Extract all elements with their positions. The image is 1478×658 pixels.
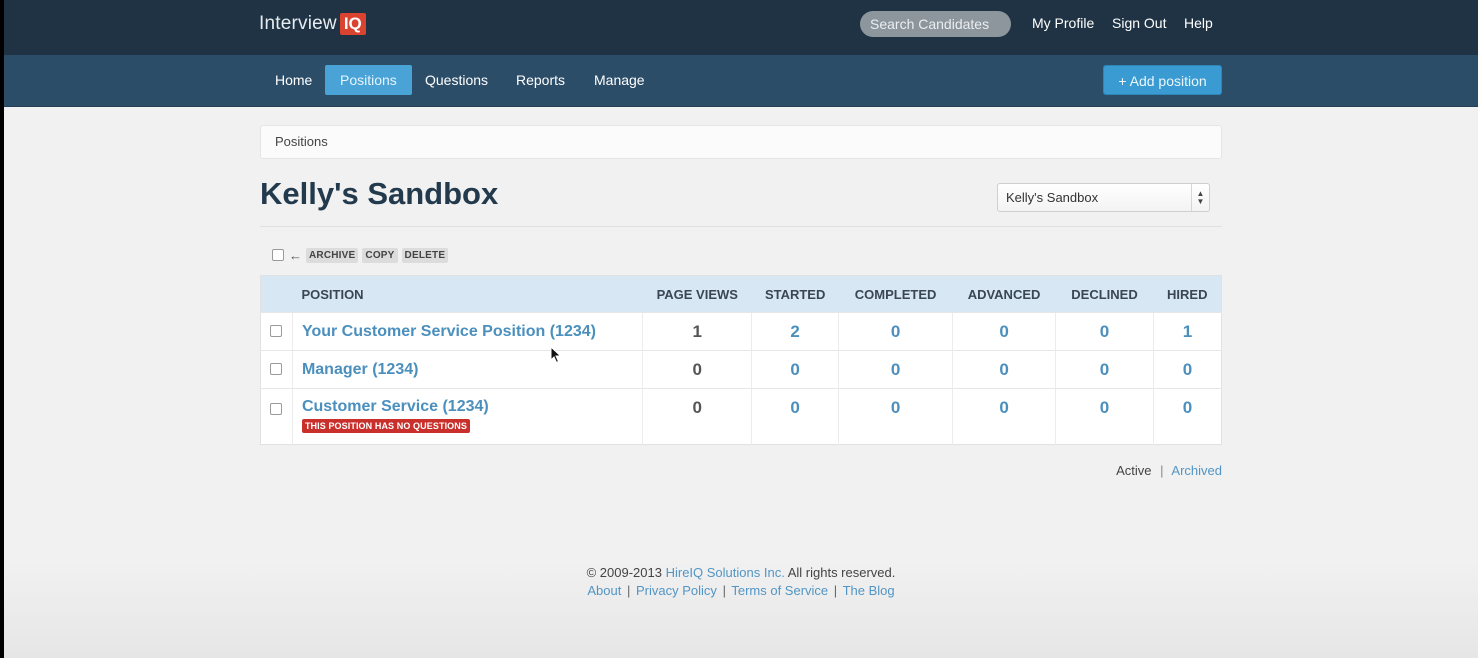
copyright-suffix: All rights reserved. <box>787 565 896 580</box>
row-checkbox[interactable] <box>270 324 283 337</box>
footer-links: About | Privacy Policy | Terms of Servic… <box>4 582 1478 600</box>
nav-reports[interactable]: Reports <box>501 65 580 95</box>
select-arrows-icon: ▲ ▼ <box>1191 184 1209 211</box>
logo-text: Interview <box>259 13 337 34</box>
position-title[interactable]: Manager (1234) <box>291 350 643 389</box>
completed-value[interactable]: 0 <box>838 350 953 389</box>
footer-separator: | <box>627 583 631 598</box>
position-title[interactable]: Customer Service (1234) <box>302 398 642 416</box>
nav-manage[interactable]: Manage <box>579 65 660 95</box>
mouse-cursor-icon <box>550 346 562 364</box>
breadcrumb-item[interactable]: Positions <box>275 134 328 149</box>
top-bar: Interview IQ My Profile Sign Out Help <box>4 0 1478 55</box>
no-questions-badge: THIS POSITION HAS NO QUESTIONS <box>301 419 470 433</box>
started-value[interactable]: 0 <box>751 350 839 389</box>
table-row: Manager (1234) 0 0 0 0 0 0 <box>260 350 1222 389</box>
filter-archived[interactable]: Archived <box>1171 463 1222 478</box>
logo[interactable]: Interview IQ <box>259 12 366 36</box>
col-declined[interactable]: DECLINED <box>1055 275 1154 313</box>
row-checkbox-cell <box>260 388 293 445</box>
company-link[interactable]: HireIQ Solutions Inc. <box>666 565 785 580</box>
row-checkbox[interactable] <box>270 362 283 375</box>
col-position[interactable]: POSITION <box>292 275 643 313</box>
hired-value[interactable]: 1 <box>1152 312 1222 351</box>
table-row: Customer Service (1234) THIS POSITION HA… <box>260 388 1222 445</box>
filter-active[interactable]: Active <box>1116 463 1151 478</box>
blog-link[interactable]: The Blog <box>843 583 895 598</box>
arrow-down-icon: ▼ <box>1196 197 1205 206</box>
breadcrumb: Positions <box>260 125 1222 159</box>
account-select-value: Kelly's Sandbox <box>1006 190 1099 205</box>
account-select[interactable]: Kelly's Sandbox ▲ ▼ <box>997 183 1210 212</box>
col-advanced[interactable]: ADVANCED <box>952 275 1056 313</box>
page-views-value: 1 <box>642 312 752 351</box>
help-link[interactable]: Help <box>1184 15 1213 31</box>
position-title[interactable]: Your Customer Service Position (1234) <box>291 312 643 351</box>
col-hired[interactable]: HIRED <box>1153 275 1222 313</box>
terms-of-service-link[interactable]: Terms of Service <box>731 583 828 598</box>
advanced-value[interactable]: 0 <box>952 388 1056 445</box>
page-title: Kelly's Sandbox <box>260 176 499 211</box>
nav-home[interactable]: Home <box>260 65 327 95</box>
table-header-row: POSITION PAGE VIEWS STARTED COMPLETED AD… <box>260 275 1222 313</box>
copy-button[interactable]: COPY <box>362 247 398 263</box>
footer: © 2009-2013 HireIQ Solutions Inc. All ri… <box>4 564 1478 600</box>
filter-separator: | <box>1160 463 1164 478</box>
nav-questions[interactable]: Questions <box>410 65 503 95</box>
positions-table: POSITION PAGE VIEWS STARTED COMPLETED AD… <box>260 275 1222 445</box>
divider <box>260 226 1222 227</box>
bulk-actions: ← ARCHIVE COPY DELETE <box>272 246 452 264</box>
advanced-value[interactable]: 0 <box>952 350 1056 389</box>
status-filter: Active | Archived <box>1116 463 1222 478</box>
advanced-value[interactable]: 0 <box>952 312 1056 351</box>
nav-positions[interactable]: Positions <box>325 65 412 95</box>
started-value[interactable]: 2 <box>751 312 839 351</box>
select-all-checkbox[interactable] <box>272 249 284 261</box>
delete-button[interactable]: DELETE <box>401 247 449 263</box>
footer-separator: | <box>722 583 726 598</box>
hired-value[interactable]: 0 <box>1152 350 1222 389</box>
col-page-views[interactable]: PAGE VIEWS <box>642 275 752 313</box>
about-link[interactable]: About <box>587 583 621 598</box>
my-profile-link[interactable]: My Profile <box>1032 15 1094 31</box>
declined-value[interactable]: 0 <box>1055 388 1154 445</box>
row-checkbox[interactable] <box>270 403 283 415</box>
page-views-value: 0 <box>642 388 752 445</box>
position-title-cell: Customer Service (1234) THIS POSITION HA… <box>291 388 643 445</box>
declined-value[interactable]: 0 <box>1055 312 1154 351</box>
completed-value[interactable]: 0 <box>838 312 953 351</box>
search-candidates-input[interactable] <box>860 11 1011 37</box>
row-checkbox-cell <box>260 350 293 389</box>
started-value[interactable]: 0 <box>751 388 839 445</box>
declined-value[interactable]: 0 <box>1055 350 1154 389</box>
logo-badge: IQ <box>339 13 366 35</box>
completed-value[interactable]: 0 <box>838 388 953 445</box>
sign-out-link[interactable]: Sign Out <box>1112 15 1166 31</box>
footer-separator: | <box>833 583 838 598</box>
copyright-prefix: © 2009-2013 <box>586 565 662 580</box>
col-completed[interactable]: COMPLETED <box>838 275 953 313</box>
arrow-left-icon: ← <box>289 247 302 263</box>
hired-value[interactable]: 0 <box>1152 388 1222 445</box>
app-screen: Interview IQ My Profile Sign Out Help Ho… <box>4 0 1478 658</box>
main-nav: Home Positions Questions Reports Manage … <box>4 55 1478 107</box>
page-views-value: 0 <box>642 350 752 389</box>
privacy-policy-link[interactable]: Privacy Policy <box>636 583 717 598</box>
table-row: Your Customer Service Position (1234) 1 … <box>260 312 1222 351</box>
col-started[interactable]: STARTED <box>751 275 839 313</box>
header-checkbox-col <box>260 275 293 313</box>
copyright: © 2009-2013 HireIQ Solutions Inc. All ri… <box>4 564 1478 582</box>
row-checkbox-cell <box>260 312 293 351</box>
archive-button[interactable]: ARCHIVE <box>306 247 359 263</box>
add-position-button[interactable]: + Add position <box>1103 65 1222 95</box>
